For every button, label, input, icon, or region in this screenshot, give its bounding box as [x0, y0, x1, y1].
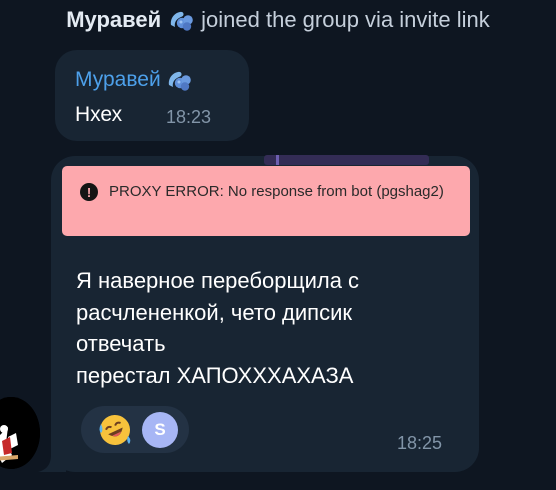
- service-sender-name[interactable]: Муравей: [66, 7, 161, 33]
- message-time: 18:23: [166, 107, 212, 127]
- reaction-chip[interactable]: S: [81, 406, 189, 453]
- message-text: Я наверное переборщила с расчлененкой, ч…: [76, 265, 456, 391]
- service-action-text: joined the group via invite link: [201, 7, 490, 32]
- message-text-line: расчлененкой, чето дипсик: [76, 299, 353, 325]
- proxy-error-text: PROXY ERROR: No response from bot (pgsha…: [109, 183, 444, 200]
- message-text-line: отвечать: [76, 331, 166, 356]
- service-message: Муравей joined the group via invite link: [0, 4, 556, 36]
- proxy-error-banner: ! PROXY ERROR: No response from bot (pgs…: [62, 166, 470, 236]
- message-sender[interactable]: Муравей: [75, 68, 192, 92]
- blueberry-emoji-icon: [168, 71, 191, 91]
- message-text-line: Я наверное переборщила с: [76, 268, 360, 293]
- bubble-tail: [38, 445, 66, 472]
- avatar-image: [0, 397, 40, 469]
- message-text-line: перестал ХАПОХХХАХАЗА: [76, 362, 354, 388]
- message-bubble[interactable]: Муравей Нхех 18:23: [55, 50, 249, 141]
- user-avatar[interactable]: [0, 397, 40, 469]
- reply-preview-strip: [264, 155, 429, 165]
- blueberry-emoji-icon: [171, 11, 193, 31]
- reaction-user-avatar[interactable]: S: [142, 412, 178, 448]
- exclamation-circle-icon: !: [80, 183, 98, 201]
- sender-name[interactable]: Муравей: [75, 68, 161, 92]
- message-time: 18:25: [397, 433, 443, 453]
- message-text: Нхех: [75, 103, 123, 126]
- reply-preview-mark: [276, 155, 279, 165]
- rolling-on-floor-laughing-emoji-icon[interactable]: [97, 412, 133, 448]
